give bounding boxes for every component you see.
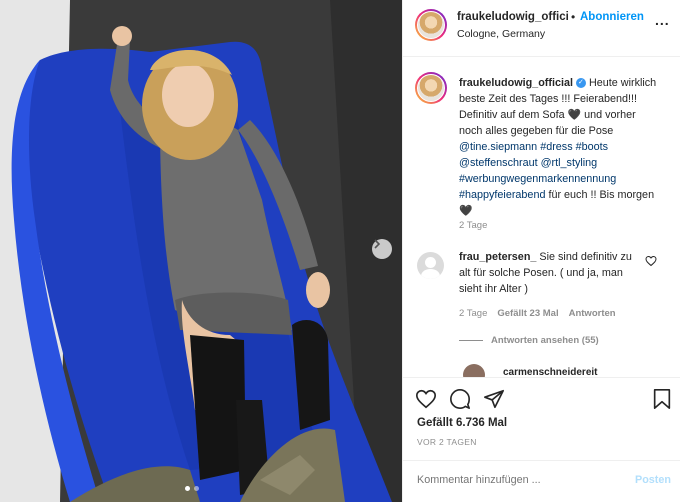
mention-link[interactable]: @tine.siepmann xyxy=(459,141,537,153)
post-header: fraukeludowig_offici • Abonnieren Cologn… xyxy=(403,0,680,57)
black-heart-emoji: 🖤 xyxy=(567,109,582,121)
view-replies-label: Antworten ansehen (55) xyxy=(491,335,599,346)
comment: frau_petersen_ Sie sind definitiv zu alt… xyxy=(459,249,645,297)
replies-divider xyxy=(459,340,483,341)
like-heart-icon[interactable] xyxy=(415,388,437,410)
caption-text-3: für euch !! Bis morgen xyxy=(548,189,655,201)
comment-username[interactable]: frau_petersen_ xyxy=(459,251,536,263)
black-heart-emoji: 🖤 xyxy=(459,205,473,217)
carousel-dots xyxy=(185,486,199,491)
post-photo[interactable] xyxy=(0,0,402,502)
carousel-dot-active xyxy=(185,486,190,491)
view-replies-button[interactable]: Antworten ansehen (55) xyxy=(459,335,599,346)
comment-input[interactable] xyxy=(417,474,597,486)
mention-link[interactable]: @rtl_styling xyxy=(541,157,598,169)
author-username[interactable]: fraukeludowig_offici xyxy=(457,11,569,23)
caption-timestamp: 2 Tage xyxy=(459,220,488,231)
post-sidebar: fraukeludowig_offici • Abonnieren Cologn… xyxy=(402,0,680,502)
comment-like-heart-icon[interactable] xyxy=(645,255,657,267)
carousel-next-button[interactable] xyxy=(372,239,392,259)
reply-button[interactable]: Antworten xyxy=(569,308,616,319)
hashtag-link[interactable]: #dress xyxy=(540,141,572,153)
bookmark-icon[interactable] xyxy=(651,388,673,410)
mention-link[interactable]: @steffenschraut xyxy=(459,157,538,169)
post-like-count[interactable]: Gefällt 6.736 Mal xyxy=(417,417,507,429)
instagram-post-window: fraukeludowig_offici • Abonnieren Cologn… xyxy=(0,0,680,502)
verified-badge-icon: ✓ xyxy=(575,78,586,89)
comment-bubble-icon[interactable] xyxy=(449,388,471,410)
hashtag-link[interactable]: #happyfeierabend xyxy=(459,189,545,201)
post-comment-button[interactable]: Posten xyxy=(635,474,671,486)
header-separator: • xyxy=(571,10,576,24)
caption-username[interactable]: fraukeludowig_official xyxy=(459,77,573,89)
add-comment-bar: Posten xyxy=(403,460,680,502)
hashtag-link[interactable]: #boots xyxy=(576,141,608,153)
commenter-avatar[interactable] xyxy=(417,252,444,279)
share-paper-plane-icon[interactable] xyxy=(483,388,505,410)
carousel-dot xyxy=(194,486,199,491)
chevron-right-icon xyxy=(374,239,381,249)
hashtag-link[interactable]: #werbungwegenmarkennennung xyxy=(459,173,616,185)
photo-illustration xyxy=(0,0,402,502)
comment-likes[interactable]: Gefällt 23 Mal xyxy=(497,308,558,319)
comment-meta: 2 Tage Gefällt 23 Mal Antworten xyxy=(459,308,616,319)
more-options-button[interactable]: ... xyxy=(655,12,670,28)
comment-timestamp: 2 Tage xyxy=(459,308,488,319)
caption-avatar[interactable] xyxy=(415,72,447,104)
post-date: VOR 2 TAGEN xyxy=(417,437,477,447)
post-location[interactable]: Cologne, Germany xyxy=(457,28,545,40)
author-avatar[interactable] xyxy=(415,9,447,41)
post-actions: Gefällt 6.736 Mal VOR 2 TAGEN Posten xyxy=(403,377,680,502)
post-caption: fraukeludowig_official ✓ Heute wirklich … xyxy=(459,75,659,219)
follow-button[interactable]: Abonnieren xyxy=(580,11,644,23)
